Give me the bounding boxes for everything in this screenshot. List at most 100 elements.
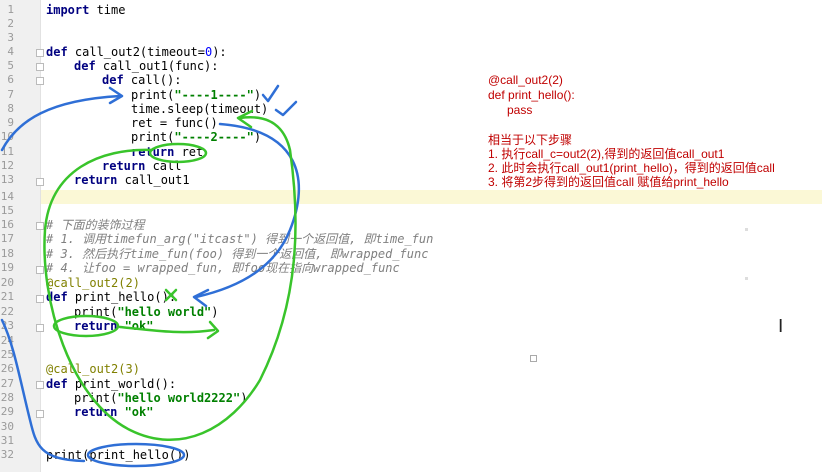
- code-text: ret = func(): [131, 116, 218, 130]
- fold-toggle[interactable]: [36, 324, 44, 332]
- note-pass: pass: [507, 103, 533, 117]
- code-line: def print_world():: [46, 377, 176, 391]
- code-line: time.sleep(timeout): [131, 102, 268, 116]
- code-text: call_out2(timeout=: [67, 45, 205, 59]
- line-number: 4: [7, 45, 14, 58]
- blue-check-1: [261, 84, 280, 103]
- blue-arrowhead-2: [192, 288, 210, 308]
- line-number: 1: [7, 3, 14, 16]
- editor-marker-icon: [530, 355, 537, 362]
- line-number: 14: [0, 190, 14, 203]
- code-text: print(: [131, 130, 175, 144]
- note-decorator: @call_out2(2): [488, 73, 563, 87]
- code-text: print(print_hello()): [46, 448, 191, 462]
- line-number: 7: [7, 88, 14, 101]
- code-line: def call_out2(timeout=0):: [46, 45, 227, 59]
- line-number: 24: [0, 334, 14, 347]
- line-number: 26: [0, 362, 14, 375]
- keyword: return: [74, 319, 118, 333]
- code-line: def call_out1(func):: [74, 59, 219, 73]
- line-number: 30: [0, 420, 14, 433]
- text-cursor-icon: Ⅰ: [778, 316, 784, 337]
- decorator-line: @call_out2(3): [46, 362, 140, 376]
- code-line: return call_out1: [74, 173, 190, 187]
- keyword: return: [74, 405, 118, 419]
- code-text: print(: [74, 305, 118, 319]
- code-line: print("----2----"): [131, 130, 261, 144]
- fold-toggle[interactable]: [36, 49, 44, 57]
- comment-line: # 1. 调用timefun_arg("itcast") 得到一个返回值, 即t…: [46, 232, 434, 246]
- line-number: 12: [0, 159, 14, 172]
- code-text: print_world():: [67, 377, 177, 391]
- line-number: 6: [7, 73, 14, 86]
- fold-toggle[interactable]: [36, 178, 44, 186]
- code-text: ): [253, 88, 262, 102]
- fold-toggle[interactable]: [36, 77, 44, 85]
- string-literal: "hello world2222": [117, 391, 241, 405]
- fold-toggle[interactable]: [36, 410, 44, 418]
- string-literal: "----2----": [174, 130, 254, 144]
- fold-toggle[interactable]: [36, 381, 44, 389]
- blue-check-2: [274, 100, 298, 117]
- comment-line: # 下面的装饰过程: [46, 218, 145, 232]
- code-text: ): [253, 130, 262, 144]
- keyword: def: [46, 290, 68, 304]
- code-text: print(: [74, 391, 118, 405]
- line-number: 9: [7, 116, 14, 129]
- line-number: 23: [0, 319, 14, 332]
- code-text: call():: [123, 73, 182, 87]
- fold-toggle[interactable]: [36, 222, 44, 230]
- line-number: 22: [0, 305, 14, 318]
- keyword: return: [74, 173, 118, 187]
- line-number: 31: [0, 434, 14, 447]
- string-literal: "----1----": [174, 88, 254, 102]
- line-number: 25: [0, 348, 14, 361]
- code-line: print(print_hello()): [46, 448, 191, 462]
- green-arrowhead-ok: [206, 320, 220, 340]
- code-line: return "ok": [74, 319, 153, 333]
- comment-line: # 3. 然后执行time_fun(foo) 得到一个返回值, 即wrapped…: [46, 247, 429, 261]
- keyword: def: [46, 377, 68, 391]
- string-literal: "ok": [117, 319, 154, 333]
- code-line: def print_hello():: [46, 290, 176, 304]
- line-number: 5: [7, 59, 14, 72]
- code-text: print_hello():: [67, 290, 177, 304]
- code-text: call: [145, 159, 182, 173]
- keyword: return: [131, 145, 175, 159]
- code-line: import time: [46, 3, 125, 17]
- keyword: def: [102, 73, 124, 87]
- code-line: def call():: [102, 73, 181, 87]
- string-literal: "ok": [117, 405, 154, 419]
- code-text: time.sleep(timeout): [131, 102, 269, 116]
- line-number: 16: [0, 218, 14, 231]
- fold-toggle[interactable]: [36, 63, 44, 71]
- line-number: 3: [7, 31, 14, 44]
- keyword: import: [46, 3, 90, 17]
- code-line: print("hello world2222"): [74, 391, 247, 405]
- code-text: ):: [212, 45, 227, 59]
- line-number: 20: [0, 276, 14, 289]
- fold-toggle[interactable]: [36, 266, 44, 274]
- code-line: return ret: [131, 145, 203, 159]
- code-line: return "ok": [74, 405, 153, 419]
- current-line-highlight: [41, 190, 822, 204]
- code-line: ret = func(): [131, 116, 218, 130]
- scroll-marker: [745, 277, 748, 280]
- code-line: print("hello world"): [74, 305, 219, 319]
- line-number: 2: [7, 17, 14, 30]
- keyword: def: [46, 45, 68, 59]
- code-text: ): [211, 305, 219, 319]
- keyword: return: [102, 159, 146, 173]
- line-number: 10: [0, 130, 14, 143]
- note-def: def print_hello():: [488, 88, 575, 102]
- line-number: 18: [0, 247, 14, 260]
- fold-toggle[interactable]: [36, 295, 44, 303]
- line-number: 17: [0, 232, 14, 245]
- line-number: 8: [7, 102, 14, 115]
- code-line: return call: [102, 159, 181, 173]
- line-number: 11: [0, 145, 14, 158]
- line-number: 15: [0, 204, 14, 217]
- line-number: 29: [0, 405, 14, 418]
- decorator-line: @call_out2(2): [46, 276, 140, 290]
- code-text: call_out1(func):: [95, 59, 219, 73]
